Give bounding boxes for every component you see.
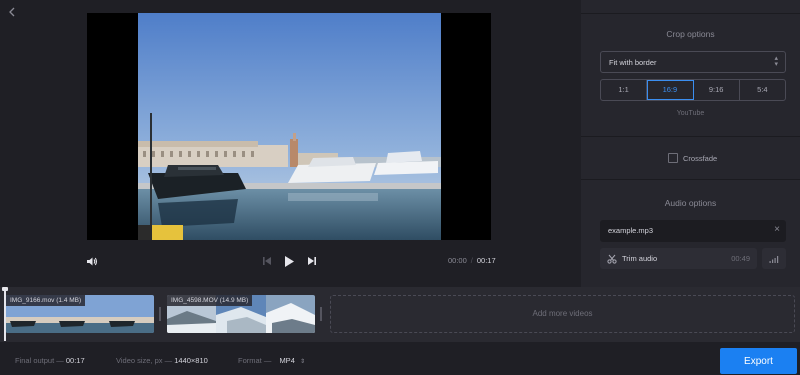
crossfade-checkbox[interactable] (668, 153, 678, 163)
trim-audio-time: 00:49 (731, 254, 750, 263)
ratio-hint: YouTube (676, 110, 705, 117)
duration: 00:17 (476, 256, 496, 265)
speaker-icon (87, 257, 97, 265)
timeline: IMG_9166.mov (1.4 MB) IMG_4598.MOV (14.9… (0, 287, 800, 342)
crop-options-title: Crop options (666, 29, 715, 39)
video-preview (138, 13, 441, 240)
skip-previous-icon (263, 257, 271, 265)
ratio-5-4[interactable]: 5:4 (740, 80, 785, 100)
current-time: 00:00 (448, 256, 467, 265)
clip-label: IMG_4598.MOV (14.9 MB) (167, 295, 253, 306)
audio-file-field: example.mp3 × (600, 220, 786, 242)
crossfade-toggle[interactable]: Crossfade (668, 153, 717, 163)
clip-separator[interactable] (159, 307, 161, 321)
previous-button[interactable] (260, 253, 274, 269)
clip-separator[interactable] (320, 307, 322, 321)
video-editor: 00:00/00:17 Crop options Fit with border… (0, 0, 800, 375)
back-button[interactable] (5, 4, 19, 20)
aspect-ratio-group: 1:1 16:9 9:16 5:4 (600, 79, 786, 101)
format-value: MP4 (279, 356, 295, 365)
volume-bars-icon (769, 255, 779, 263)
player-controls: 00:00/00:17 (0, 250, 581, 272)
crossfade-label: Crossfade (683, 153, 718, 163)
trim-audio-label: Trim audio (622, 254, 658, 263)
divider (581, 179, 800, 180)
audio-volume-button[interactable] (762, 248, 786, 269)
final-output-label: Final output — (15, 356, 64, 365)
timecode: 00:00/00:17 (448, 256, 496, 265)
ratio-1-1[interactable]: 1:1 (601, 80, 648, 100)
video-size-value: 1440×810 (174, 356, 208, 365)
ratio-9-16[interactable]: 9:16 (694, 80, 740, 100)
clip-label: IMG_9166.mov (1.4 MB) (6, 295, 86, 306)
crop-mode-value: Fit with border (609, 58, 657, 67)
divider (581, 136, 800, 137)
next-button[interactable] (305, 253, 319, 269)
chevron-left-icon (9, 7, 15, 17)
marina-scene-image (138, 13, 441, 240)
audio-options-title: Audio options (664, 198, 717, 208)
settings-panel: Crop options Fit with border ▴ ▾ 1:1 16:9… (581, 0, 800, 287)
chevron-updown-icon: ▴ ▾ (774, 55, 778, 68)
skip-next-icon (308, 257, 316, 265)
ratio-16-9[interactable]: 16:9 (647, 80, 694, 100)
preview-area: 00:00/00:17 (0, 0, 581, 287)
crop-mode-select[interactable]: Fit with border ▴ ▾ (600, 51, 786, 73)
format-label: Format — (238, 356, 272, 365)
time-separator: / (470, 256, 473, 265)
video-size-stat: Video size, px — 1440×810 (116, 356, 208, 365)
volume-button[interactable] (85, 253, 99, 269)
add-more-videos-button[interactable]: Add more videos (330, 295, 795, 333)
play-button[interactable] (281, 252, 297, 270)
video-size-label: Video size, px — (116, 356, 173, 365)
bottom-bar: Final output — 00:17 Video size, px — 14… (0, 342, 800, 375)
close-icon[interactable]: × (774, 224, 780, 236)
audio-file-name: example.mp3 (608, 226, 654, 235)
scissors-icon (607, 254, 617, 264)
format-select[interactable]: Format — MP4 ⇕ (238, 356, 305, 365)
play-icon (284, 255, 294, 267)
chevron-updown-icon: ⇕ (299, 359, 305, 365)
final-output-value: 00:17 (65, 356, 85, 365)
trim-audio-button[interactable]: Trim audio 00:49 (600, 248, 757, 269)
playhead[interactable] (2, 287, 8, 341)
final-output-stat: Final output — 00:17 (15, 356, 85, 365)
timeline-clip[interactable]: IMG_9166.mov (1.4 MB) (6, 295, 154, 333)
panel-top-strip (581, 0, 800, 14)
export-button[interactable]: Export (720, 348, 797, 374)
timeline-clip[interactable]: IMG_4598.MOV (14.9 MB) (167, 295, 315, 333)
